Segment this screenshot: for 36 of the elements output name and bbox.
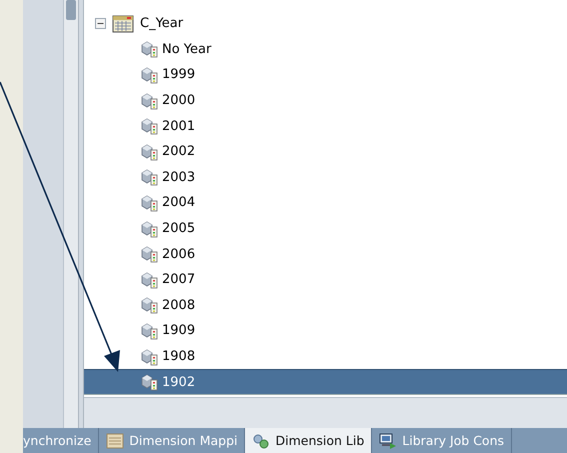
- collapse-icon[interactable]: [95, 18, 106, 30]
- tab[interactable]: Dimension Lib: [245, 428, 372, 453]
- member-icon: [141, 348, 159, 366]
- tree-item[interactable]: 1909: [84, 318, 567, 344]
- member-icon: [141, 220, 159, 238]
- member-icon: [141, 168, 159, 186]
- tree-item[interactable]: 2008: [84, 292, 567, 318]
- member-icon: [141, 194, 159, 212]
- tree-item[interactable]: 2005: [84, 216, 567, 242]
- tree-item[interactable]: 2003: [84, 164, 567, 190]
- tree-item[interactable]: 2001: [84, 113, 567, 139]
- tree-item[interactable]: 2004: [84, 190, 567, 216]
- table-icon: [106, 432, 124, 448]
- member-icon: [141, 296, 159, 314]
- member-icon: [141, 142, 159, 161]
- member-icon: [141, 117, 159, 136]
- tree-item[interactable]: No Year: [84, 36, 567, 62]
- member-icon: [141, 322, 159, 340]
- member-icon: [141, 245, 159, 264]
- tree-item[interactable]: 2000: [84, 88, 567, 114]
- tree-item[interactable]: 1999: [84, 62, 567, 88]
- member-icon: [141, 40, 159, 58]
- tree-item[interactable]: 2006: [84, 241, 567, 267]
- member-icon: [141, 270, 159, 289]
- member-icon: [141, 66, 159, 84]
- tree-item[interactable]: 1902: [84, 369, 567, 395]
- scrollbar[interactable]: [64, 0, 79, 428]
- member-icon: [141, 92, 159, 110]
- calendar-icon: [112, 14, 134, 33]
- member-icon: [141, 373, 159, 392]
- tree-item[interactable]: C_Year: [139, 16, 184, 32]
- gears-icon: [252, 432, 270, 448]
- tree-item[interactable]: 2002: [84, 138, 567, 165]
- tree-item[interactable]: 1908: [84, 344, 567, 370]
- computer-icon: [379, 432, 398, 448]
- tree-item[interactable]: 2007: [84, 266, 567, 293]
